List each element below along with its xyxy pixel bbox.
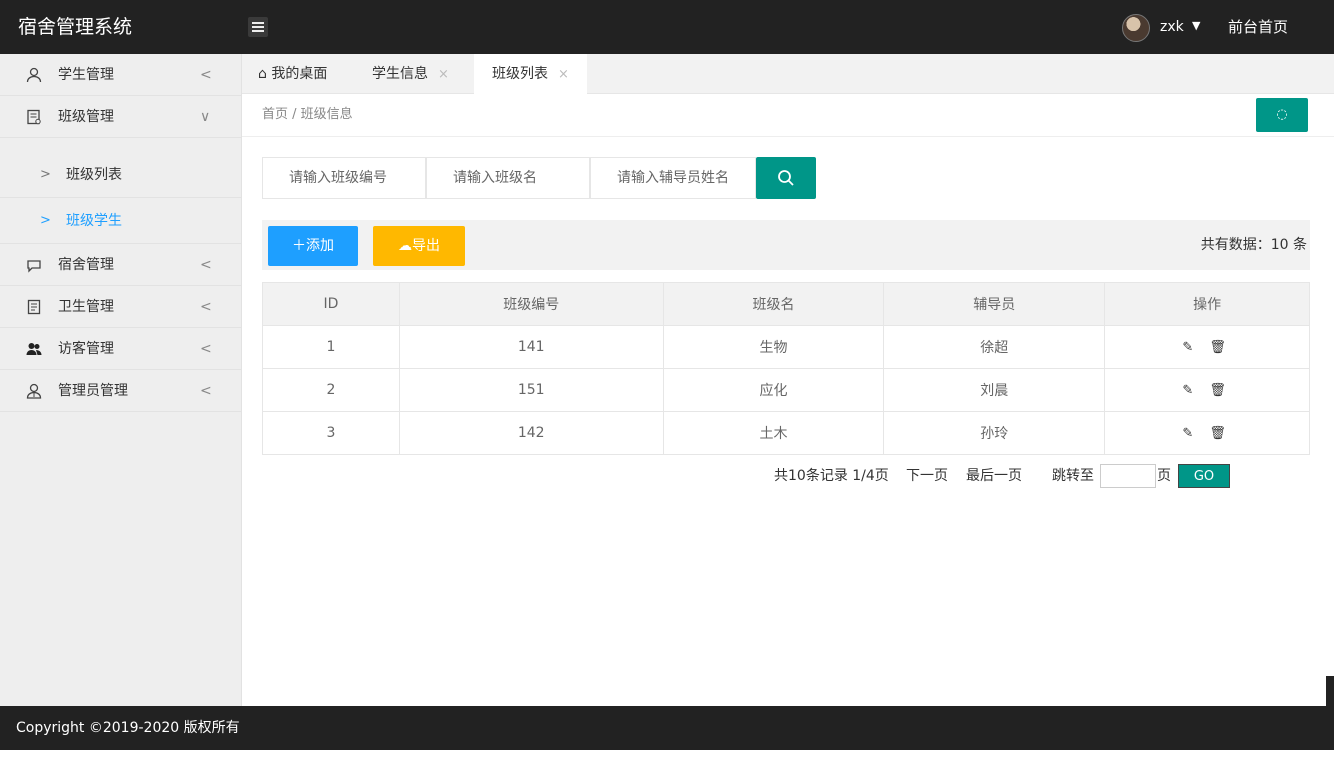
sidebar-item-class-management[interactable]: 班级管理 ∨ — [0, 96, 242, 138]
go-button[interactable]: GO — [1178, 464, 1230, 488]
cell-actions: ✎ 🗑 — [1104, 411, 1310, 455]
sidebar-item-label: 访客管理 — [58, 341, 114, 357]
caret-down-icon[interactable]: ▼ — [1192, 0, 1200, 52]
column-header-counselor: 辅导员 — [883, 282, 1106, 326]
chevron-left-icon: < — [200, 383, 212, 399]
avatar[interactable] — [1122, 14, 1150, 42]
home-icon: ⌂ — [258, 66, 267, 82]
column-header-class-no: 班级编号 — [398, 282, 664, 326]
class-name-input[interactable] — [426, 157, 590, 199]
cell-counselor: 孙玲 — [883, 411, 1106, 455]
close-icon[interactable]: × — [558, 67, 569, 82]
breadcrumb: 首页 / 班级信息 — [262, 107, 353, 122]
scrollbar-handle[interactable] — [1326, 676, 1334, 710]
cell-counselor: 徐超 — [883, 325, 1106, 369]
cell-id: 1 — [262, 325, 400, 369]
column-header-class-name: 班级名 — [662, 282, 885, 326]
chevron-left-icon: < — [200, 257, 212, 273]
divider — [242, 136, 1334, 137]
export-button[interactable]: ☁导出 — [373, 226, 465, 266]
jump-to-label: 跳转至 — [1052, 468, 1094, 484]
class-number-input[interactable] — [262, 157, 426, 199]
cell-actions: ✎ 🗑 — [1104, 325, 1310, 369]
chat-icon — [26, 257, 42, 273]
tab-class-list[interactable]: 班级列表 × — [474, 54, 587, 95]
edit-delete-icons[interactable]: ✎ 🗑 — [1182, 383, 1232, 398]
app-title: 宿舍管理系统 — [18, 16, 133, 38]
refresh-button[interactable]: ◌ — [1256, 98, 1308, 132]
sidebar-item-visitor-management[interactable]: 访客管理 < — [0, 328, 242, 370]
sidebar-item-dorm-management[interactable]: 宿舍管理 < — [0, 244, 242, 286]
tab-my-desktop[interactable]: ⌂ 我的桌面 — [258, 54, 327, 94]
sidebar-item-label: 班级管理 — [58, 109, 114, 125]
document-icon — [26, 109, 42, 125]
table-row: 1 141 生物 徐超 ✎ 🗑 — [262, 325, 1310, 369]
user-name[interactable]: zxk — [1160, 0, 1184, 54]
sidebar-subitem-class-students[interactable]: > 班级学生 — [0, 198, 242, 244]
front-page-link[interactable]: 前台首页 — [1228, 0, 1288, 54]
sidebar-subitem-label: 班级学生 — [66, 213, 122, 229]
cell-actions: ✎ 🗑 — [1104, 368, 1310, 412]
edit-delete-icons[interactable]: ✎ 🗑 — [1182, 426, 1232, 441]
counselor-name-input[interactable] — [590, 157, 756, 199]
class-table: ID 班级编号 班级名 辅导员 操作 1 141 生物 徐超 ✎ 🗑 2 151… — [262, 282, 1310, 455]
user-icon — [26, 67, 42, 83]
sidebar-item-admin-management[interactable]: 管理员管理 < — [0, 370, 242, 412]
sidebar-item-hygiene-management[interactable]: 卫生管理 < — [0, 286, 242, 328]
tab-label: 学生信息 — [372, 66, 428, 82]
page-number-input[interactable] — [1100, 464, 1156, 488]
sidebar-subitem-class-list[interactable]: > 班级列表 — [0, 152, 242, 198]
table-row: 3 142 土木 孙玲 ✎ 🗑 — [262, 411, 1310, 455]
admin-user-icon — [26, 383, 42, 399]
chevron-right-icon: > — [40, 167, 51, 182]
add-button[interactable]: ＋添加 — [268, 226, 358, 266]
sidebar-item-label: 卫生管理 — [58, 299, 114, 315]
tab-student-info[interactable]: 学生信息 × — [372, 54, 449, 94]
chevron-left-icon: < — [200, 67, 212, 83]
tab-bar: ⌂ 我的桌面 学生信息 × 班级列表 × — [242, 54, 1334, 95]
cell-id: 2 — [262, 368, 400, 412]
cell-id: 3 — [262, 411, 400, 455]
footer: Copyright ©2019-2020 版权所有 — [0, 706, 1334, 750]
cell-class-no: 141 — [398, 325, 664, 369]
table-header-row: ID 班级编号 班级名 辅导员 操作 — [262, 282, 1310, 326]
tab-label: 我的桌面 — [271, 66, 328, 82]
chevron-left-icon: < — [200, 299, 212, 315]
menu-toggle-icon[interactable] — [248, 17, 268, 37]
cell-class-name: 土木 — [662, 411, 885, 455]
cell-class-no: 142 — [398, 411, 664, 455]
search-button[interactable] — [756, 157, 816, 199]
table-row: 2 151 应化 刘晨 ✎ 🗑 — [262, 368, 1310, 412]
chevron-right-icon: > — [40, 213, 51, 228]
cell-class-name: 应化 — [662, 368, 885, 412]
sidebar-item-label: 学生管理 — [58, 67, 114, 83]
chevron-down-icon: ∨ — [200, 109, 211, 125]
last-page-link[interactable]: 最后一页 — [966, 464, 1022, 488]
pagination-summary: 共10条记录 1/4页 — [774, 468, 889, 484]
search-icon — [778, 170, 794, 186]
note-icon — [26, 299, 42, 315]
top-header: 宿舍管理系统 zxk ▼ 前台首页 — [0, 0, 1334, 54]
total-count: 共有数据：10 条 — [1200, 237, 1307, 253]
next-page-link[interactable]: 下一页 — [906, 464, 948, 488]
page-unit-label: 页 — [1157, 468, 1171, 484]
cell-class-no: 151 — [398, 368, 664, 412]
cell-counselor: 刘晨 — [883, 368, 1106, 412]
sidebar-item-label: 管理员管理 — [58, 383, 128, 399]
sidebar: 学生管理 < 班级管理 ∨ > 班级列表 > 班级学生 宿舍管理 < 卫生管理 … — [0, 54, 242, 706]
tab-label: 班级列表 — [492, 66, 548, 82]
sidebar-subitem-label: 班级列表 — [66, 167, 122, 183]
cell-class-name: 生物 — [662, 325, 885, 369]
chevron-left-icon: < — [200, 341, 212, 357]
sidebar-item-label: 宿舍管理 — [58, 257, 114, 273]
edit-delete-icons[interactable]: ✎ 🗑 — [1182, 340, 1232, 355]
column-header-actions: 操作 — [1104, 282, 1310, 326]
close-icon[interactable]: × — [438, 67, 449, 82]
sidebar-item-student-management[interactable]: 学生管理 < — [0, 54, 242, 96]
column-header-id: ID — [262, 282, 400, 326]
group-icon — [26, 341, 42, 357]
